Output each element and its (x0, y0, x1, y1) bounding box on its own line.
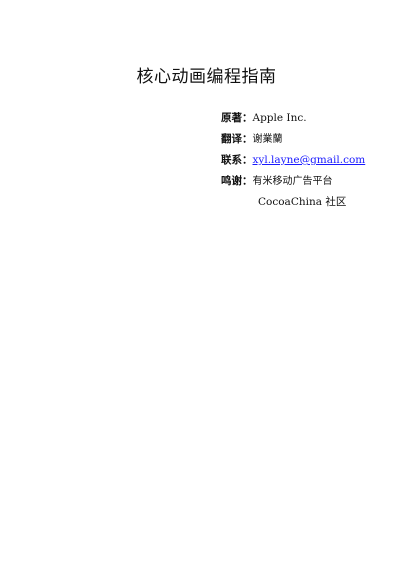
credit-translator-label: 翻译： (221, 133, 253, 145)
credit-original-value: Apple Inc. (252, 112, 307, 124)
credit-contact: 联系：xyl.layne@gmail.com (221, 150, 411, 171)
credit-thanks-value: 有米移动广告平台 (252, 176, 333, 187)
credit-original-label: 原著： (221, 112, 253, 124)
credit-thanks: 鸣谢：有米移动广告平台 (221, 171, 411, 192)
document-title: 核心动画编程指南 (136, 67, 277, 87)
credit-thanks-label: 鸣谢： (221, 175, 253, 187)
credit-thanks-value-2: CocoaChina 社区 (258, 196, 347, 208)
credit-original: 原著：Apple Inc. (221, 108, 411, 129)
credit-translator-value: 谢業蘭 (252, 134, 283, 145)
credit-translator: 翻译：谢業蘭 (221, 129, 411, 150)
contact-email-link[interactable]: xyl.layne@gmail.com (253, 154, 366, 166)
document-page: 核心动画编程指南 原著：Apple Inc. 翻译：谢業蘭 联系：xyl.lay… (0, 0, 413, 584)
credits-block: 原著：Apple Inc. 翻译：谢業蘭 联系：xyl.layne@gmail.… (221, 108, 411, 213)
credit-contact-label: 联系： (221, 154, 253, 166)
credit-thanks-line-2: CocoaChina 社区 (221, 192, 411, 213)
